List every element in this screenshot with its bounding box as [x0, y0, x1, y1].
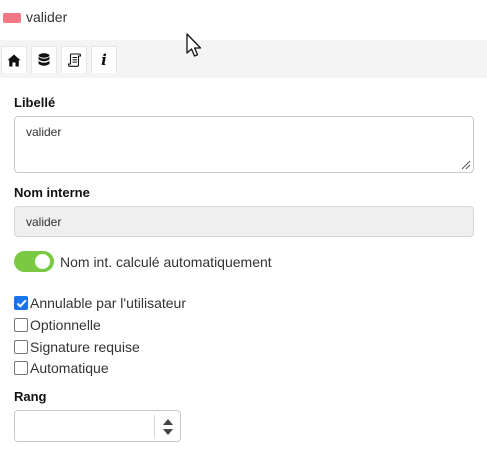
spin-up-icon[interactable]: [162, 418, 174, 426]
tab-info[interactable]: i: [91, 46, 117, 73]
auto-name-toggle[interactable]: [14, 251, 54, 272]
scroll-icon: [67, 53, 81, 67]
signature-label: Signature requise: [30, 339, 140, 355]
automatique-checkbox[interactable]: [14, 361, 28, 375]
automatique-label: Automatique: [30, 360, 109, 376]
libelle-textarea[interactable]: valider: [14, 116, 474, 173]
signature-checkbox[interactable]: [14, 340, 28, 354]
auto-name-toggle-label: Nom int. calculé automatiquement: [60, 253, 272, 270]
toggle-knob: [35, 254, 50, 269]
spin-down-icon[interactable]: [162, 428, 174, 436]
rang-spinner[interactable]: [162, 418, 174, 436]
item-header: valider: [3, 9, 67, 25]
checkbox-row-automatique: Automatique: [14, 360, 109, 376]
database-icon: [38, 53, 50, 66]
optionnelle-label: Optionnelle: [30, 317, 101, 333]
tab-database[interactable]: [31, 46, 57, 73]
item-title: valider: [26, 9, 68, 25]
checkmark-icon: [16, 299, 27, 308]
auto-name-toggle-row: Nom int. calculé automatiquement: [14, 251, 272, 272]
resize-grip-icon[interactable]: [460, 159, 471, 170]
info-icon: i: [101, 50, 107, 69]
rang-label: Rang: [14, 389, 47, 404]
spinner-divider: [154, 415, 155, 437]
libelle-label: Libellé: [14, 95, 56, 110]
nom-interne-field: valider: [14, 206, 474, 237]
mouse-cursor-icon: [186, 33, 202, 57]
tab-scroll[interactable]: [61, 46, 87, 73]
checkbox-row-signature: Signature requise: [14, 339, 140, 355]
libelle-value: valider: [26, 125, 62, 139]
nom-interne-label: Nom interne: [14, 185, 90, 200]
color-swatch: [3, 13, 21, 23]
rang-number-input[interactable]: [14, 410, 181, 442]
annulable-label: Annulable par l'utilisateur: [30, 295, 186, 311]
checkbox-row-annulable: Annulable par l'utilisateur: [14, 295, 186, 311]
home-icon: [7, 54, 21, 66]
checkbox-row-optionnelle: Optionnelle: [14, 317, 101, 333]
tab-home[interactable]: [1, 46, 27, 73]
optionnelle-checkbox[interactable]: [14, 318, 28, 332]
toolbar: i: [0, 40, 487, 78]
annulable-checkbox[interactable]: [14, 296, 28, 310]
nom-interne-value: valider: [26, 215, 62, 229]
